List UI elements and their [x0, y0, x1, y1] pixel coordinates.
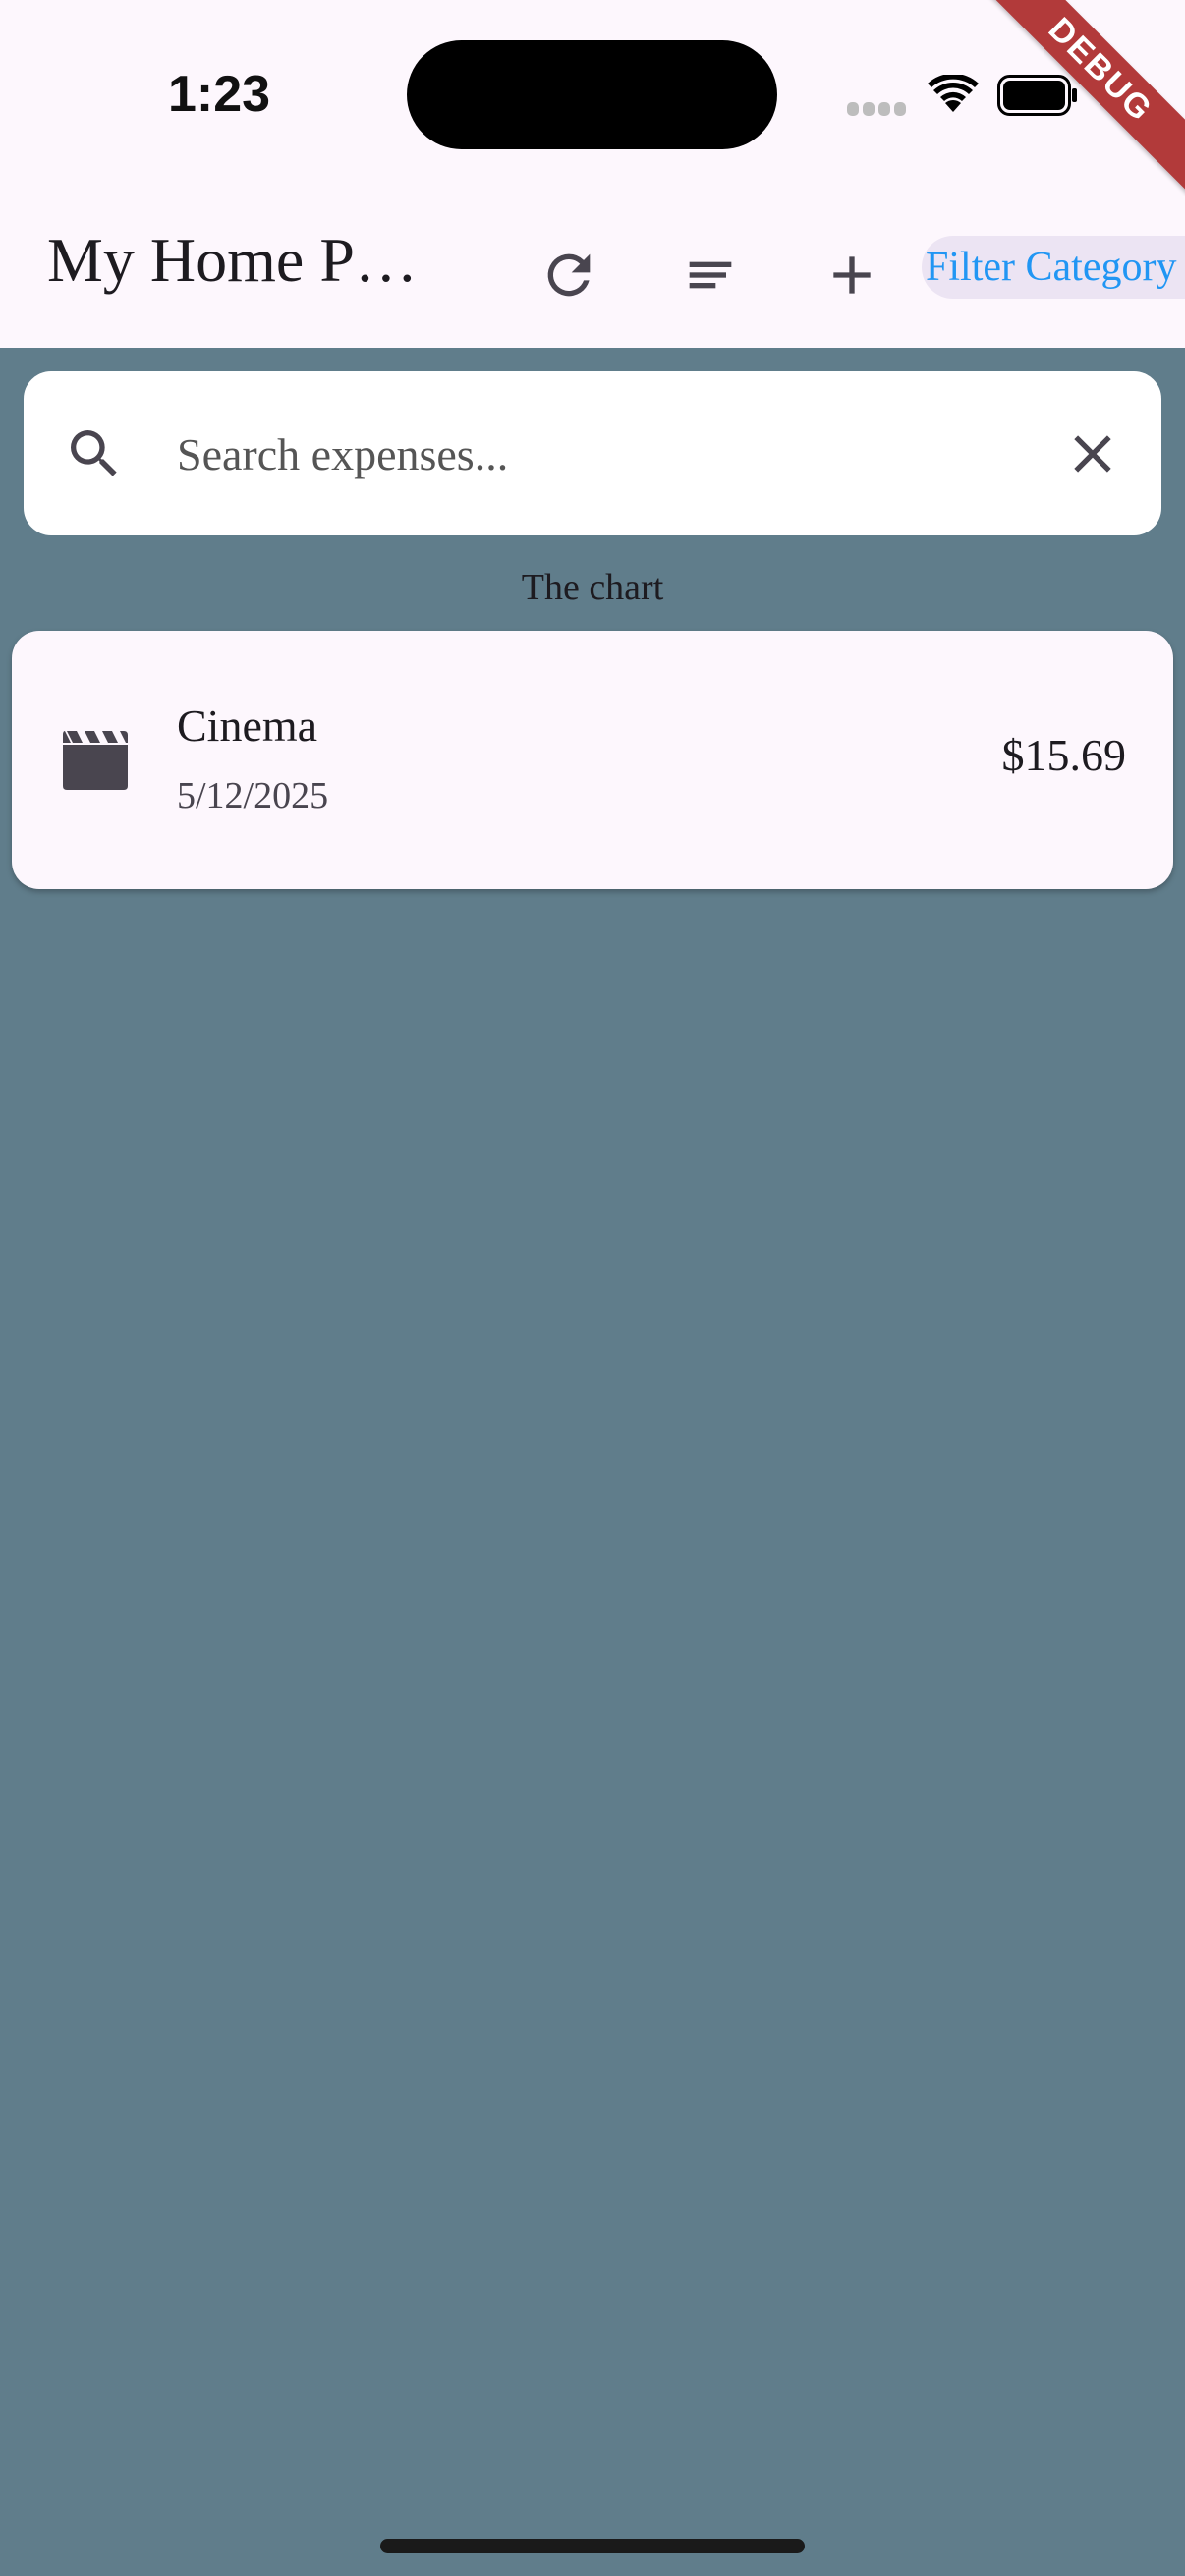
expense-name: Cinema — [177, 700, 318, 751]
expense-list-item[interactable]: Cinema 5/12/2025 $15.69 — [12, 631, 1173, 889]
search-bar — [24, 371, 1161, 535]
filter-category-button[interactable]: Filter Category — [922, 236, 1185, 299]
chart-caption: The chart — [521, 567, 664, 608]
dynamic-island — [407, 40, 777, 149]
movie-clapper-icon — [63, 731, 128, 790]
status-time: 1:23 — [168, 66, 271, 123]
search-icon — [71, 430, 117, 476]
sort-button[interactable] — [656, 221, 764, 329]
battery-icon — [997, 75, 1077, 116]
search-input[interactable] — [177, 411, 1042, 497]
refresh-icon — [547, 253, 591, 297]
expense-amount: $15.69 — [1001, 730, 1127, 780]
add-expense-button[interactable] — [798, 221, 906, 329]
sort-lines-icon — [689, 261, 732, 289]
refresh-button[interactable] — [515, 221, 623, 329]
wifi-icon — [928, 75, 979, 112]
expense-date: 5/12/2025 — [177, 775, 329, 816]
home-indicator[interactable] — [380, 2539, 805, 2553]
add-icon — [833, 256, 871, 294]
clear-search-icon[interactable] — [1061, 422, 1124, 485]
cellular-signal-icon — [847, 102, 908, 116]
page-title: My Home P… — [47, 225, 418, 295]
